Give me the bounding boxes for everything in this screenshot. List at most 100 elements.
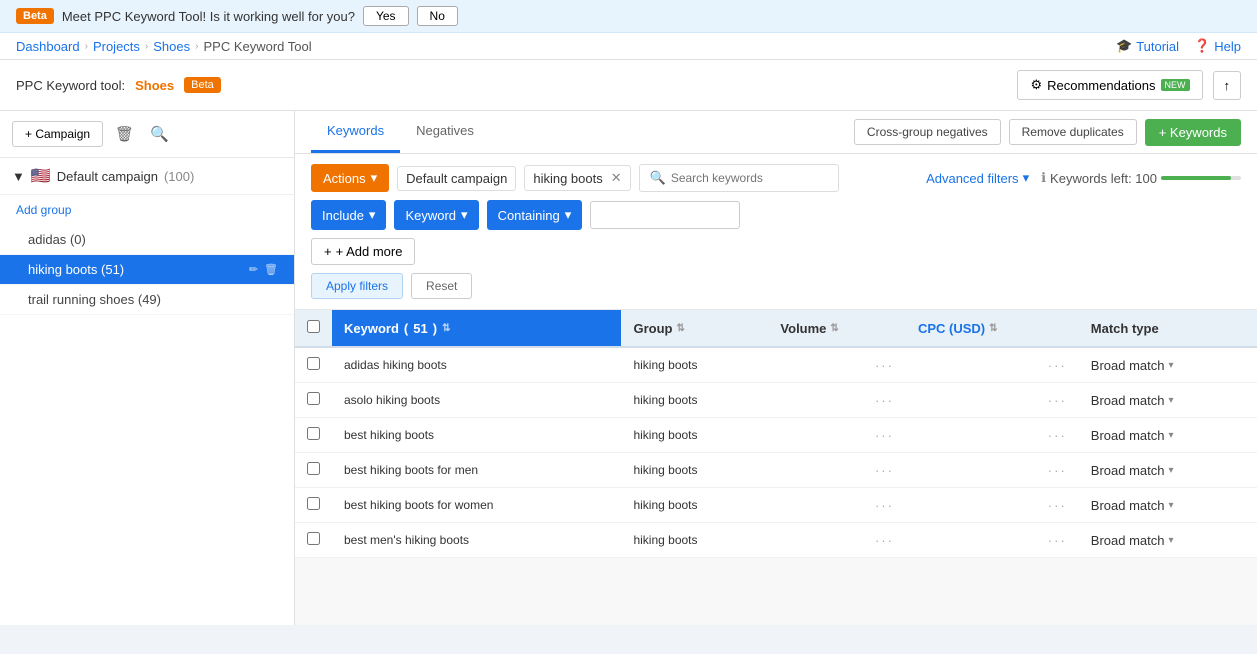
flag-icon: 🇺🇸 <box>31 166 51 186</box>
table-row: best hiking boots for women hiking boots… <box>295 488 1257 523</box>
filter-row2: Include ▾ Keyword ▾ Containing ▾ <box>311 200 1241 230</box>
cell-cpc-3: ··· <box>906 453 1079 488</box>
add-keywords-button[interactable]: + Keywords <box>1145 119 1241 146</box>
cell-volume-5: ··· <box>768 523 906 558</box>
delete-icon-button[interactable]: 🗑 <box>111 121 138 147</box>
tag-remove-icon[interactable]: ✕ <box>611 170 622 186</box>
row-checkbox-2[interactable] <box>307 427 320 440</box>
match-chevron-icon[interactable]: ▾ <box>1169 395 1174 406</box>
top-banner: Beta Meet PPC Keyword Tool! Is it workin… <box>0 0 1257 33</box>
match-chevron-icon[interactable]: ▾ <box>1169 360 1174 371</box>
trash-icon[interactable]: 🗑 <box>264 263 278 276</box>
add-more-row: + + Add more <box>311 238 1241 265</box>
volume-column-header[interactable]: Volume ⇅ <box>780 321 894 336</box>
match-chevron-icon[interactable]: ▾ <box>1169 465 1174 476</box>
actions-dropdown[interactable]: Actions ▾ <box>311 164 389 192</box>
cell-match-3: Broad match ▾ <box>1079 453 1257 488</box>
containing-dropdown[interactable]: Containing ▾ <box>487 200 583 230</box>
search-keywords-input[interactable] <box>671 171 828 185</box>
include-dropdown[interactable]: Include ▾ <box>311 200 386 230</box>
table-row: asolo hiking boots hiking boots ··· ··· … <box>295 383 1257 418</box>
plus-icon: + <box>324 244 332 259</box>
apply-filters-button[interactable]: Apply filters <box>311 273 403 299</box>
cell-cpc-0: ··· <box>906 347 1079 383</box>
cell-volume-0: ··· <box>768 347 906 383</box>
breadcrumb-shoes[interactable]: Shoes <box>153 39 190 54</box>
row-checkbox-4[interactable] <box>307 497 320 510</box>
page-title: PPC Keyword tool: Shoes Beta <box>16 77 221 93</box>
item-actions: ✏ 🗑 <box>249 263 278 276</box>
sidebar-item-trail-running[interactable]: trail running shoes (49) <box>0 285 294 315</box>
cell-volume-3: ··· <box>768 453 906 488</box>
breadcrumb-projects[interactable]: Projects <box>93 39 140 54</box>
select-all-checkbox[interactable] <box>307 320 320 333</box>
advanced-filters-button[interactable]: Advanced filters ▾ <box>926 170 1029 186</box>
cross-group-negatives-button[interactable]: Cross-group negatives <box>854 119 1001 145</box>
info-icon: ℹ <box>1041 170 1046 186</box>
sidebar: + Campaign 🗑 🔍 ▼ 🇺🇸 Default campaign (10… <box>0 111 295 625</box>
search-icon-button[interactable]: 🔍 <box>146 121 173 147</box>
row-checkbox-5[interactable] <box>307 532 320 545</box>
tab-keywords[interactable]: Keywords <box>311 111 400 153</box>
keyword-dropdown[interactable]: Keyword ▾ <box>394 200 478 230</box>
banner-message: Meet PPC Keyword Tool! Is it working wel… <box>62 9 355 24</box>
sidebar-item-label-hiking: hiking boots (51) <box>28 262 124 277</box>
campaign-count: (100) <box>164 169 194 184</box>
cell-keyword-1: asolo hiking boots <box>332 383 621 418</box>
cell-volume-1: ··· <box>768 383 906 418</box>
volume-sort-icon: ⇅ <box>830 323 838 334</box>
help-link[interactable]: ❓ Help <box>1194 38 1241 54</box>
include-chevron-icon: ▾ <box>369 207 376 223</box>
default-campaign-tag: Default campaign <box>397 166 516 191</box>
sidebar-item-hiking-boots[interactable]: hiking boots (51) ✏ 🗑 <box>0 255 294 285</box>
cell-match-5: Broad match ▾ <box>1079 523 1257 558</box>
filter-row1: Actions ▾ Default campaign hiking boots … <box>311 164 1241 192</box>
export-button[interactable]: ↑ <box>1213 71 1242 100</box>
cpc-link[interactable]: CPC (USD) <box>918 321 985 336</box>
cell-cpc-5: ··· <box>906 523 1079 558</box>
containing-text-input[interactable] <box>590 201 740 229</box>
recommendations-button[interactable]: ⚙ Recommendations NEW <box>1017 70 1202 100</box>
reset-button[interactable]: Reset <box>411 273 472 299</box>
sidebar-item-label-trail: trail running shoes (49) <box>28 292 161 307</box>
remove-duplicates-button[interactable]: Remove duplicates <box>1009 119 1137 145</box>
row-checkbox-1[interactable] <box>307 392 320 405</box>
add-group-link[interactable]: Add group <box>0 195 294 225</box>
match-chevron-icon[interactable]: ▾ <box>1169 535 1174 546</box>
cell-group-2: hiking boots <box>621 418 768 453</box>
cell-match-2: Broad match ▾ <box>1079 418 1257 453</box>
yes-button[interactable]: Yes <box>363 6 409 26</box>
edit-icon[interactable]: ✏ <box>249 263 258 276</box>
keywords-table: Keyword (51) ⇅ Group ⇅ <box>295 310 1257 558</box>
tutorial-icon: 🎓 <box>1116 38 1132 54</box>
cell-cpc-2: ··· <box>906 418 1079 453</box>
cell-keyword-4: best hiking boots for women <box>332 488 621 523</box>
sidebar-toolbar: + Campaign 🗑 🔍 <box>0 111 294 158</box>
cell-volume-2: ··· <box>768 418 906 453</box>
match-chevron-icon[interactable]: ▾ <box>1169 430 1174 441</box>
group-column-header[interactable]: Group ⇅ <box>633 321 756 336</box>
tab-negatives[interactable]: Negatives <box>400 111 490 153</box>
tutorial-link[interactable]: 🎓 Tutorial <box>1116 38 1179 54</box>
cpc-sort-icon: ⇅ <box>989 323 997 334</box>
cell-group-0: hiking boots <box>621 347 768 383</box>
sidebar-item-adidas[interactable]: adidas (0) <box>0 225 294 255</box>
cell-match-0: Broad match ▾ <box>1079 347 1257 383</box>
add-campaign-button[interactable]: + Campaign <box>12 121 103 147</box>
campaign-group[interactable]: ▼ 🇺🇸 Default campaign (100) <box>0 158 294 195</box>
keyword-column-header[interactable]: Keyword (51) ⇅ <box>344 321 609 336</box>
title-beta-badge: Beta <box>184 77 221 93</box>
cpc-column-header[interactable]: CPC (USD) ⇅ <box>918 321 1067 336</box>
row-checkbox-3[interactable] <box>307 462 320 475</box>
breadcrumb-dashboard[interactable]: Dashboard <box>16 39 80 54</box>
row-checkbox-0[interactable] <box>307 357 320 370</box>
filter-bar: Actions ▾ Default campaign hiking boots … <box>295 154 1257 310</box>
keyword-sort-icon: ⇅ <box>442 323 450 334</box>
no-button[interactable]: No <box>417 6 458 26</box>
content-inner: Keywords Negatives Cross-group negatives… <box>295 111 1257 558</box>
match-chevron-icon[interactable]: ▾ <box>1169 500 1174 511</box>
collapse-icon: ▼ <box>12 169 25 184</box>
search-icon: 🔍 <box>650 170 666 186</box>
cell-group-3: hiking boots <box>621 453 768 488</box>
add-more-button[interactable]: + + Add more <box>311 238 415 265</box>
